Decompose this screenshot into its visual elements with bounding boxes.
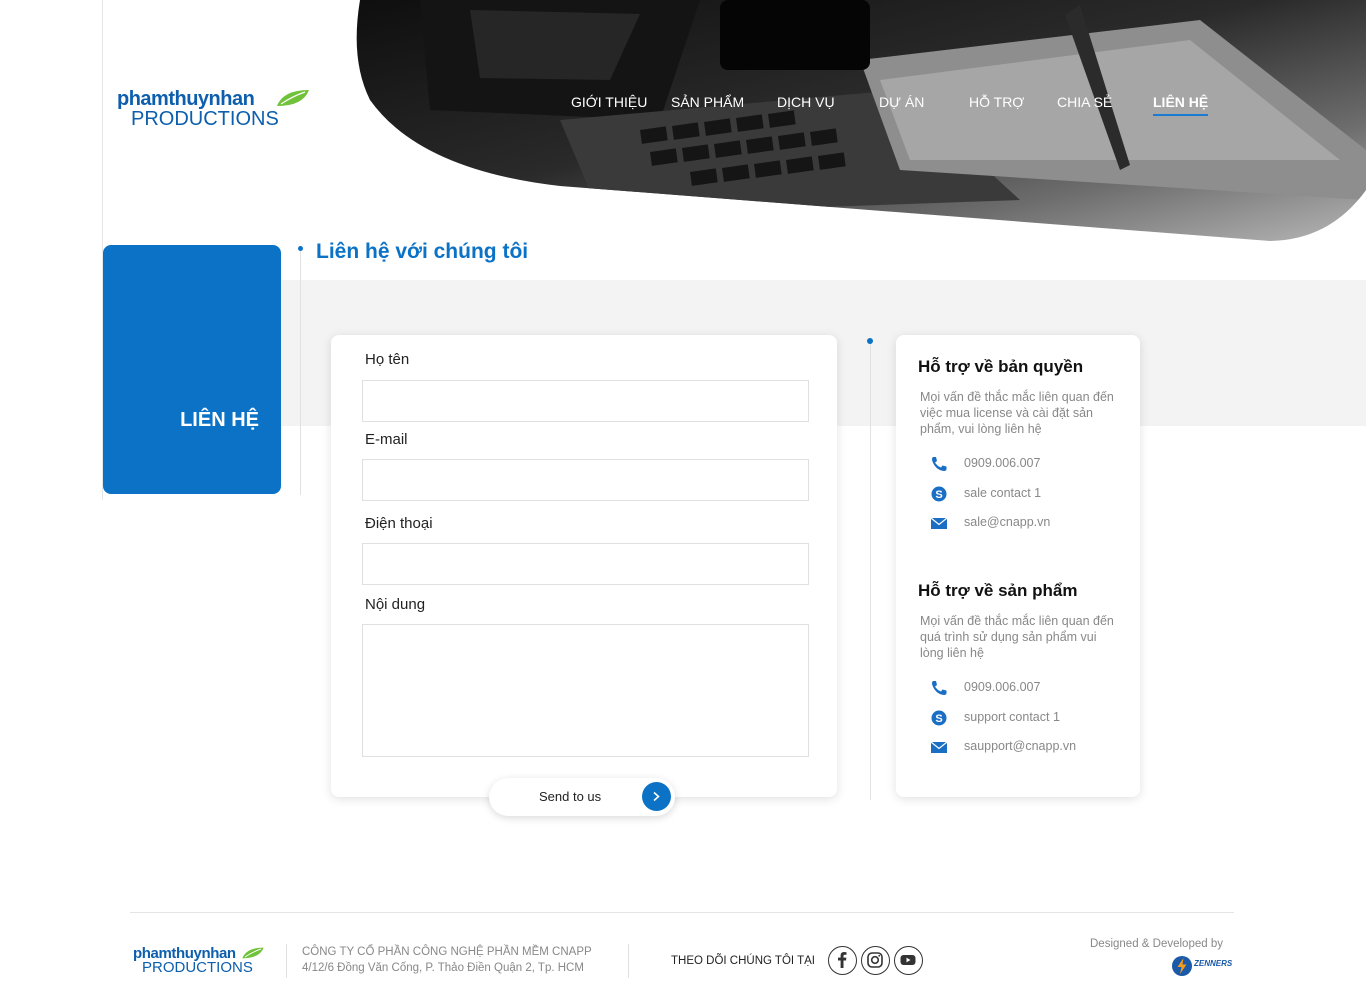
leaf-icon (277, 90, 309, 106)
name-label: Họ tên (365, 351, 410, 368)
copyright-support-description: Mọi vấn đề thắc mắc liên quan đến việc m… (920, 390, 1114, 436)
footer-separator (628, 944, 629, 978)
timeline-dot (298, 246, 303, 251)
contact-form: Họ tên E-mail Điện thoại Nội dung (331, 335, 837, 797)
timeline-line-2 (870, 342, 871, 800)
contact-email: saupport@cnapp.vn (964, 739, 1077, 753)
timeline-line (300, 250, 301, 495)
facebook-icon[interactable] (828, 946, 857, 975)
developer-name: ZENNERS (1194, 959, 1233, 968)
email-icon (930, 741, 948, 753)
footer-address: 4/12/6 Đồng Văn Cống, P. Thảo Điền Quận … (302, 962, 584, 974)
nav-item-san-pham[interactable]: SẢN PHẨM (671, 94, 744, 110)
developer-logo[interactable]: ZENNERS (1172, 955, 1234, 977)
nav-item-du-an[interactable]: DỰ ÁN (879, 94, 924, 110)
section-card: LIÊN HỆ (103, 245, 281, 494)
nav-item-lien-he[interactable]: LIÊN HỆ (1153, 94, 1209, 116)
footer-brand-subname: PRODUCTIONS (142, 959, 253, 976)
footer-designed-by: Designed & Developed by (1090, 938, 1223, 950)
nav-item-lien-he-label: LIÊN HỆ (1153, 94, 1209, 110)
youtube-icon[interactable] (894, 946, 923, 975)
timeline-dot-2 (867, 338, 873, 344)
contact-email: sale@cnapp.vn (964, 515, 1051, 529)
nav-item-ho-tro[interactable]: HỖ TRỢ (969, 94, 1024, 110)
send-button-label: Send to us (539, 789, 602, 804)
contact-phone: 0909.006.007 (964, 456, 1041, 470)
contact-skype: support contact 1 (964, 710, 1060, 724)
copyright-support-title: Hỗ trợ về bản quyền (918, 357, 1084, 376)
zenners-logo-icon (1172, 956, 1192, 976)
brand-logo[interactable]: phamthuynhan PRODUCTIONS (117, 88, 317, 132)
brand-subname: PRODUCTIONS (131, 108, 279, 130)
nav-item-dich-vu[interactable]: DỊCH VỤ (777, 94, 835, 110)
content-textarea[interactable] (362, 624, 809, 757)
phone-label: Điện thoại (365, 515, 433, 532)
content-label: Nội dung (365, 596, 426, 613)
send-button[interactable]: Send to us (489, 778, 675, 816)
footer-logo[interactable]: phamthuynhan PRODUCTIONS (133, 945, 273, 977)
page-title: Liên hệ với chúng tôi (316, 240, 529, 263)
footer-follow-label: THEO DÕI CHÚNG TÔI TẠI (671, 955, 815, 967)
skype-icon: S (931, 710, 947, 726)
footer-separator (286, 944, 287, 978)
svg-text:S: S (935, 489, 942, 501)
footer-company-name: CÔNG TY CỔ PHẦN CÔNG NGHỆ PHẦN MỀM CNAPP (302, 946, 592, 958)
footer-divider (130, 912, 1234, 913)
section-card-title: LIÊN HỆ (180, 409, 259, 431)
phone-icon (932, 457, 947, 471)
svg-text:S: S (935, 713, 942, 725)
instagram-icon[interactable] (861, 946, 890, 975)
contact-phone: 0909.006.007 (964, 680, 1041, 694)
nav-active-underline (1153, 114, 1209, 116)
email-label: E-mail (365, 431, 408, 448)
leaf-icon (242, 947, 264, 959)
nav-item-gioi-thieu[interactable]: GIỚI THIỆU (571, 94, 647, 110)
support-info-card: Hỗ trợ về bản quyền Mọi vấn đề thắc mắc … (896, 335, 1140, 797)
phone-icon (932, 681, 947, 695)
chevron-right-icon (642, 782, 671, 811)
email-icon (930, 517, 948, 529)
phone-input[interactable] (362, 543, 809, 585)
email-input[interactable] (362, 459, 809, 501)
name-input[interactable] (362, 380, 809, 422)
contact-skype: sale contact 1 (964, 486, 1042, 500)
product-support-title: Hỗ trợ về sản phẩm (918, 581, 1078, 600)
product-support-description: Mọi vấn đề thắc mắc liên quan đến quá tr… (920, 614, 1114, 660)
nav-item-chia-se[interactable]: CHIA SẺ (1057, 94, 1112, 110)
skype-icon: S (931, 486, 947, 502)
